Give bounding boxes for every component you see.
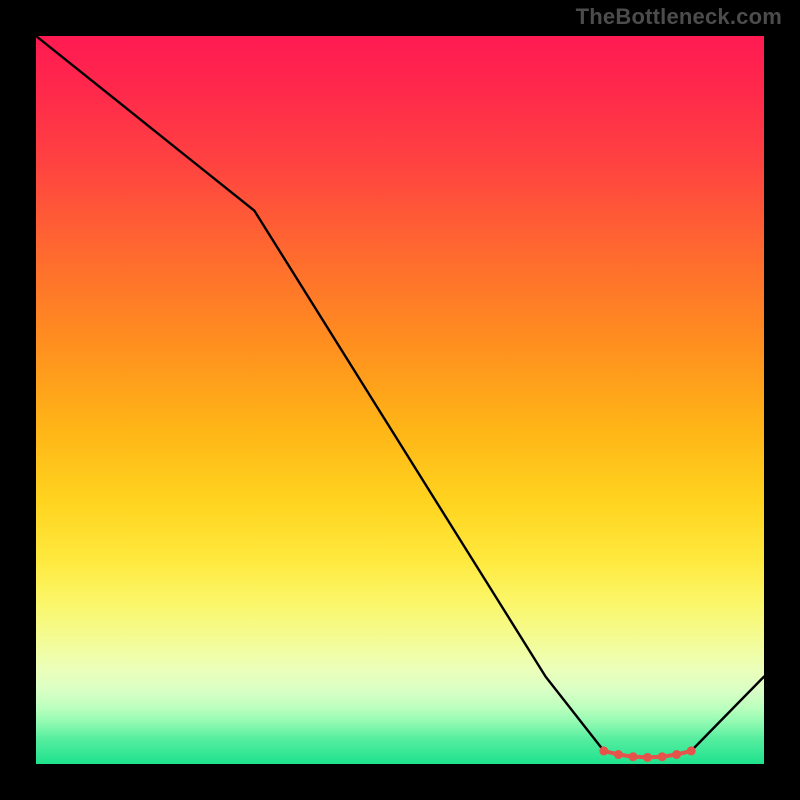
marker-dot xyxy=(687,746,696,755)
watermark-text: TheBottleneck.com xyxy=(576,4,782,30)
marker-dot xyxy=(599,746,608,755)
chart-svg xyxy=(36,36,764,764)
marker-dot xyxy=(643,753,652,762)
plot-area xyxy=(36,36,764,764)
marker-dot xyxy=(614,750,623,759)
marker-dot xyxy=(672,750,681,759)
curve-line xyxy=(36,36,764,757)
marker-dot xyxy=(629,752,638,761)
chart-frame: TheBottleneck.com xyxy=(0,0,800,800)
marker-dot xyxy=(658,752,667,761)
